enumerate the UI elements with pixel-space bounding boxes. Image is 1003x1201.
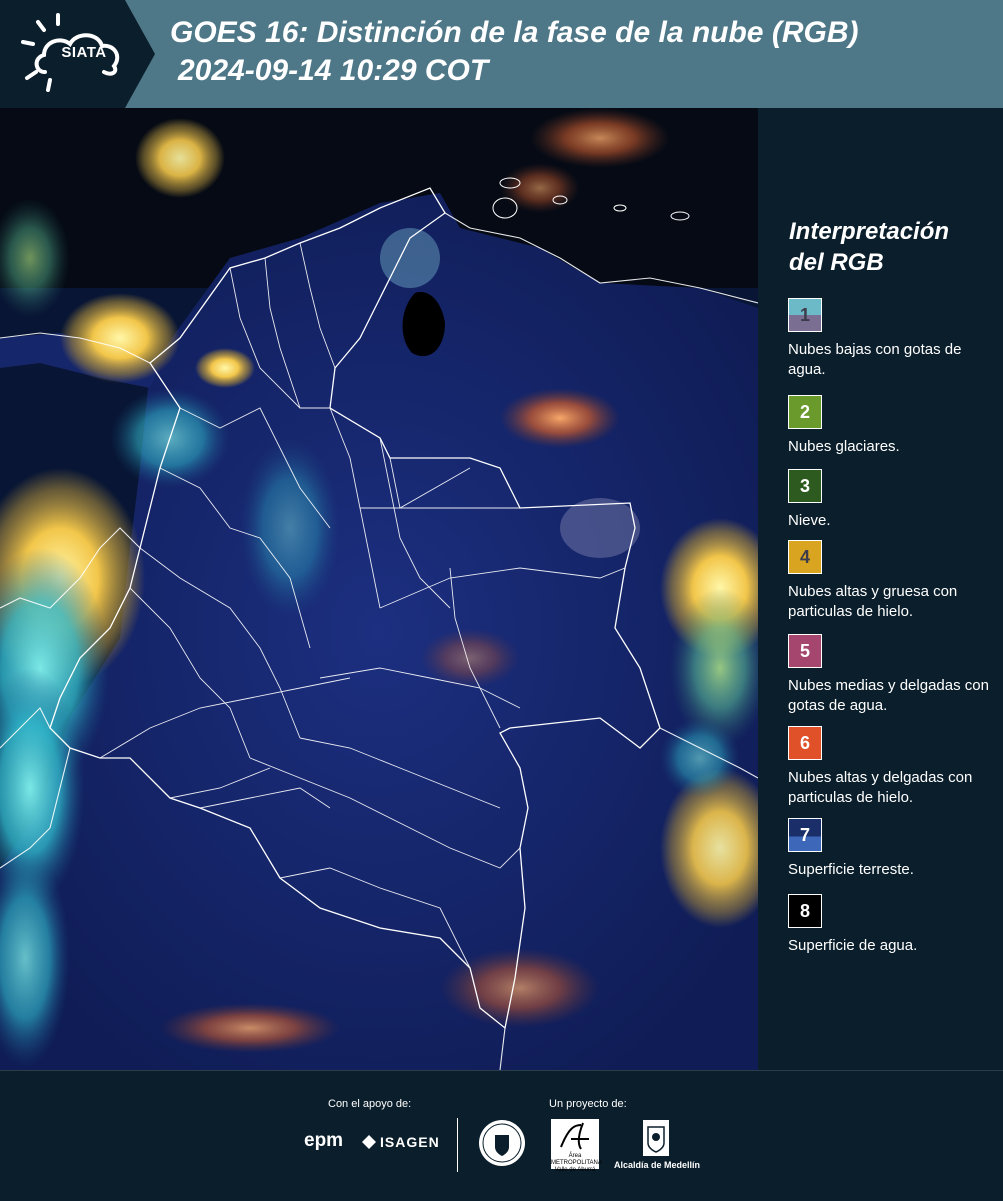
title-timestamp: 2024-09-14 10:29 COT [178,54,489,87]
area-metropolitana-text: Área METROPOLITANA Valle de Aburrá [551,1153,602,1174]
alcaldia-shield-icon [643,1120,669,1156]
siata-logo-text: SIATA [61,44,107,61]
satellite-rgb-image [0,108,758,1070]
legend-label-1: Nubes bajas con gotas de agua. [788,341,962,378]
title-main: GOES 16: Distinción de la fase de la nub… [170,16,859,49]
legend-swatch-5: 5 [788,634,822,668]
governacion-seal-icon [479,1120,525,1166]
legend-label-5: Nubes medias y delgadas con gotas de agu… [788,677,989,714]
legend-swatch-7: 7 [788,818,822,852]
legend-title: Interpretación del RGB [789,216,989,278]
legend-panel: Interpretación del RGB 1 Nubes bajas con… [760,108,1003,1070]
header-bar: SIATA GOES 16: Distinción de la fase de … [0,0,1003,108]
legend-label-7: Superficie terreste. [788,861,914,878]
legend-swatch-3: 3 [788,469,822,503]
legend-swatch-4: 4 [788,540,822,574]
page-title: GOES 16: Distinción de la fase de la nub… [170,14,858,90]
legend-label-4: Nubes altas y gruesa con particulas de h… [788,583,958,620]
legend-swatch-6: 6 [788,726,822,760]
area-text-main: Área [568,1153,582,1159]
legend-label-6: Nubes altas y delgadas con particulas de… [788,769,973,806]
legend-label-8: Superficie de agua. [788,937,918,954]
legend-label-3: Nieve. [788,512,831,529]
epm-logo: epm [304,1130,344,1151]
legend-swatch-1: 1 [788,298,822,332]
project-label: Un proyecto de: [549,1098,627,1110]
isagen-logo: ISAGEN [380,1134,440,1150]
siata-logo: SIATA [0,0,155,108]
area-text-sub: METROPOLITANA Valle de Aburrá [551,1160,602,1173]
footer-divider [457,1118,458,1172]
support-label: Con el apoyo de: [328,1098,412,1110]
legend-swatch-2: 2 [788,395,822,429]
legend-label-2: Nubes glaciares. [788,438,900,455]
legend-title-line1: Interpretación [789,218,950,245]
area-metropolitana-icon [560,1122,589,1150]
footer-sponsors: Con el apoyo de: Un proyecto de: epm ISA… [0,1070,1003,1201]
isagen-icon [362,1135,376,1149]
alcaldia-medellin-text: Alcaldía de Medellín [613,1160,701,1170]
legend-title-line2: del RGB [789,249,884,276]
legend-swatch-8: 8 [788,894,822,928]
